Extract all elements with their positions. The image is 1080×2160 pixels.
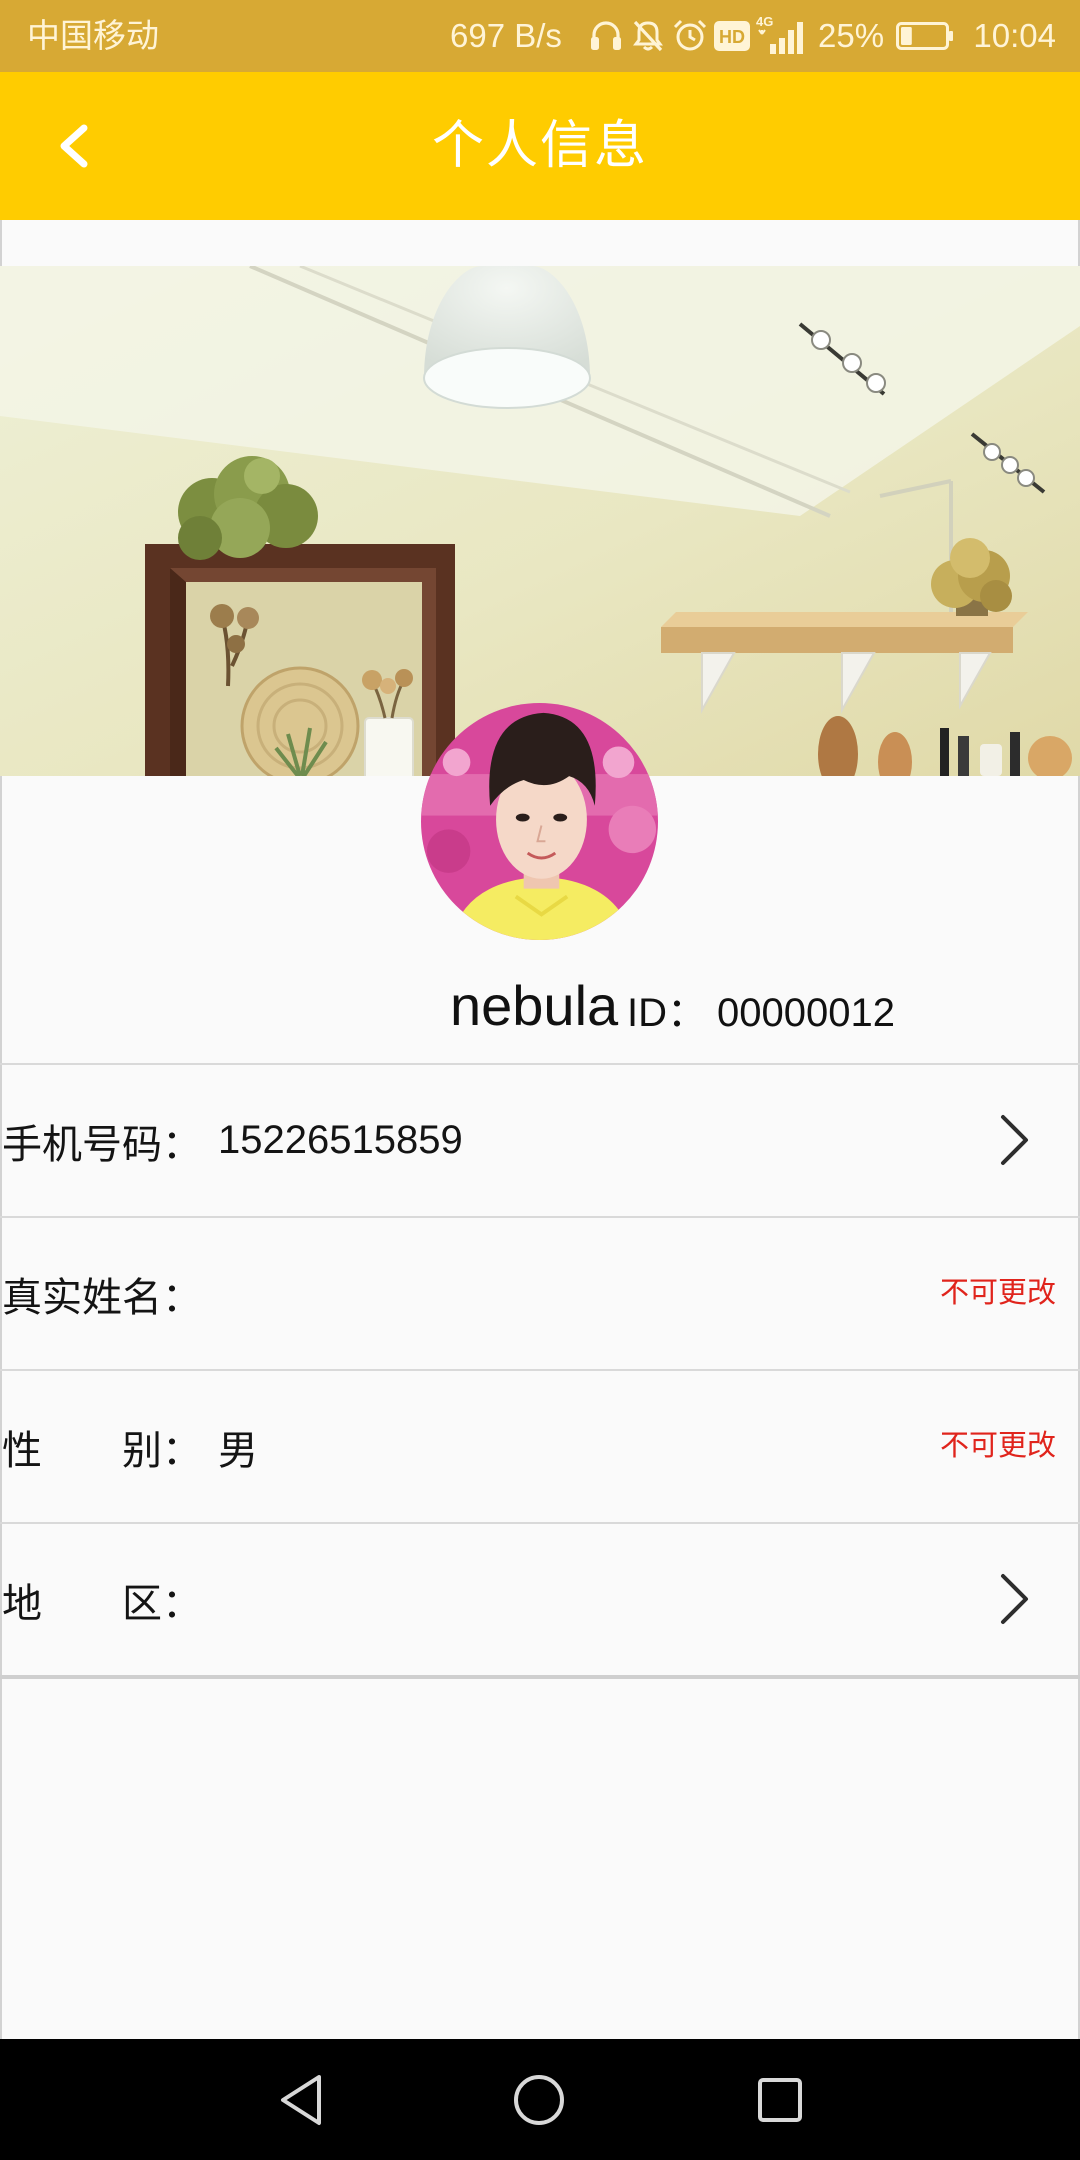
row-real-name: 真实姓名： 不可更改 bbox=[0, 1216, 1080, 1369]
user-id-label: ID： bbox=[627, 991, 707, 1035]
row-value: 男 bbox=[218, 1428, 258, 1473]
recents-square-icon bbox=[758, 2077, 802, 2122]
not-editable-note: 不可更改 bbox=[939, 1430, 1056, 1462]
row-gender: 性 别： 男 不可更改 bbox=[0, 1369, 1080, 1522]
username: nebula bbox=[450, 974, 619, 1037]
hd-badge-text: HD bbox=[719, 27, 745, 47]
alarm-icon bbox=[673, 19, 707, 51]
chevron-right-icon[interactable] bbox=[996, 1112, 1032, 1168]
row-value: 15226515859 bbox=[218, 1118, 463, 1162]
row-label: 地 区： bbox=[2, 1581, 202, 1626]
banner-room-image bbox=[0, 266, 1080, 776]
page-title: 个人信息 bbox=[431, 117, 648, 175]
row-region[interactable]: 地 区： bbox=[0, 1522, 1080, 1675]
nav-home-button[interactable] bbox=[479, 2039, 599, 2160]
row-text: 地 区： bbox=[2, 1524, 218, 1675]
signal-icon: 4G bbox=[756, 14, 803, 54]
row-label: 手机号码： bbox=[2, 1122, 202, 1167]
system-nav-bar bbox=[0, 2039, 1080, 2160]
carrier-name: 中国移动 bbox=[27, 17, 159, 54]
battery-icon bbox=[896, 22, 953, 50]
row-phone-number[interactable]: 手机号码： 15226515859 bbox=[0, 1063, 1080, 1216]
user-id-value: 00000012 bbox=[717, 991, 895, 1035]
hd-icon: HD bbox=[714, 21, 750, 51]
nav-back-button[interactable] bbox=[241, 2039, 361, 2160]
app-header: 个人信息 bbox=[0, 72, 1080, 220]
clock-time: 10:04 bbox=[973, 17, 1056, 54]
status-bar: 中国移动 697 B/s HD 4G 25% 10:04 bbox=[0, 0, 1080, 72]
row-text: 性 别： 男 bbox=[2, 1371, 258, 1522]
network-type-text: 4G bbox=[756, 14, 773, 29]
battery-fill bbox=[901, 27, 912, 45]
mute-icon bbox=[633, 20, 663, 52]
avatar[interactable] bbox=[421, 703, 658, 940]
avatar-photo bbox=[421, 703, 658, 940]
headphones-icon bbox=[591, 21, 621, 50]
row-text: 真实姓名： bbox=[2, 1218, 218, 1369]
home-circle-icon bbox=[514, 2074, 564, 2125]
not-editable-note: 不可更改 bbox=[939, 1277, 1056, 1309]
row-label: 性 别： bbox=[2, 1428, 202, 1473]
back-triangle-icon bbox=[281, 2074, 321, 2125]
rows-bottom-divider bbox=[0, 1675, 1080, 1679]
back-button[interactable] bbox=[44, 114, 108, 178]
network-speed: 697 B/s bbox=[450, 17, 562, 54]
profile-banner bbox=[0, 266, 1080, 776]
chevron-left-icon bbox=[60, 124, 88, 168]
row-text: 手机号码： 15226515859 bbox=[2, 1065, 463, 1216]
battery-percent: 25% bbox=[818, 17, 885, 54]
row-label: 真实姓名： bbox=[2, 1275, 202, 1320]
user-id: ID： 00000012 bbox=[627, 989, 895, 1037]
nav-recents-button[interactable] bbox=[720, 2039, 840, 2160]
chevron-right-icon[interactable] bbox=[996, 1571, 1032, 1627]
